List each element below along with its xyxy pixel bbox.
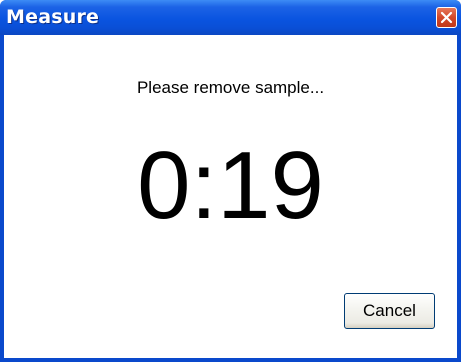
countdown-timer: 0:19 — [137, 132, 324, 239]
cancel-button[interactable]: Cancel — [344, 293, 435, 329]
instruction-text: Please remove sample... — [136, 78, 325, 97]
close-button[interactable] — [436, 7, 457, 28]
close-icon — [440, 11, 453, 24]
measure-window: Measure Please remove sample... 0:19 Can… — [0, 0, 461, 362]
title-bar[interactable]: Measure — [0, 0, 461, 35]
dialog-body: Please remove sample... 0:19 Cancel — [4, 35, 457, 358]
window-title: Measure — [6, 6, 100, 28]
